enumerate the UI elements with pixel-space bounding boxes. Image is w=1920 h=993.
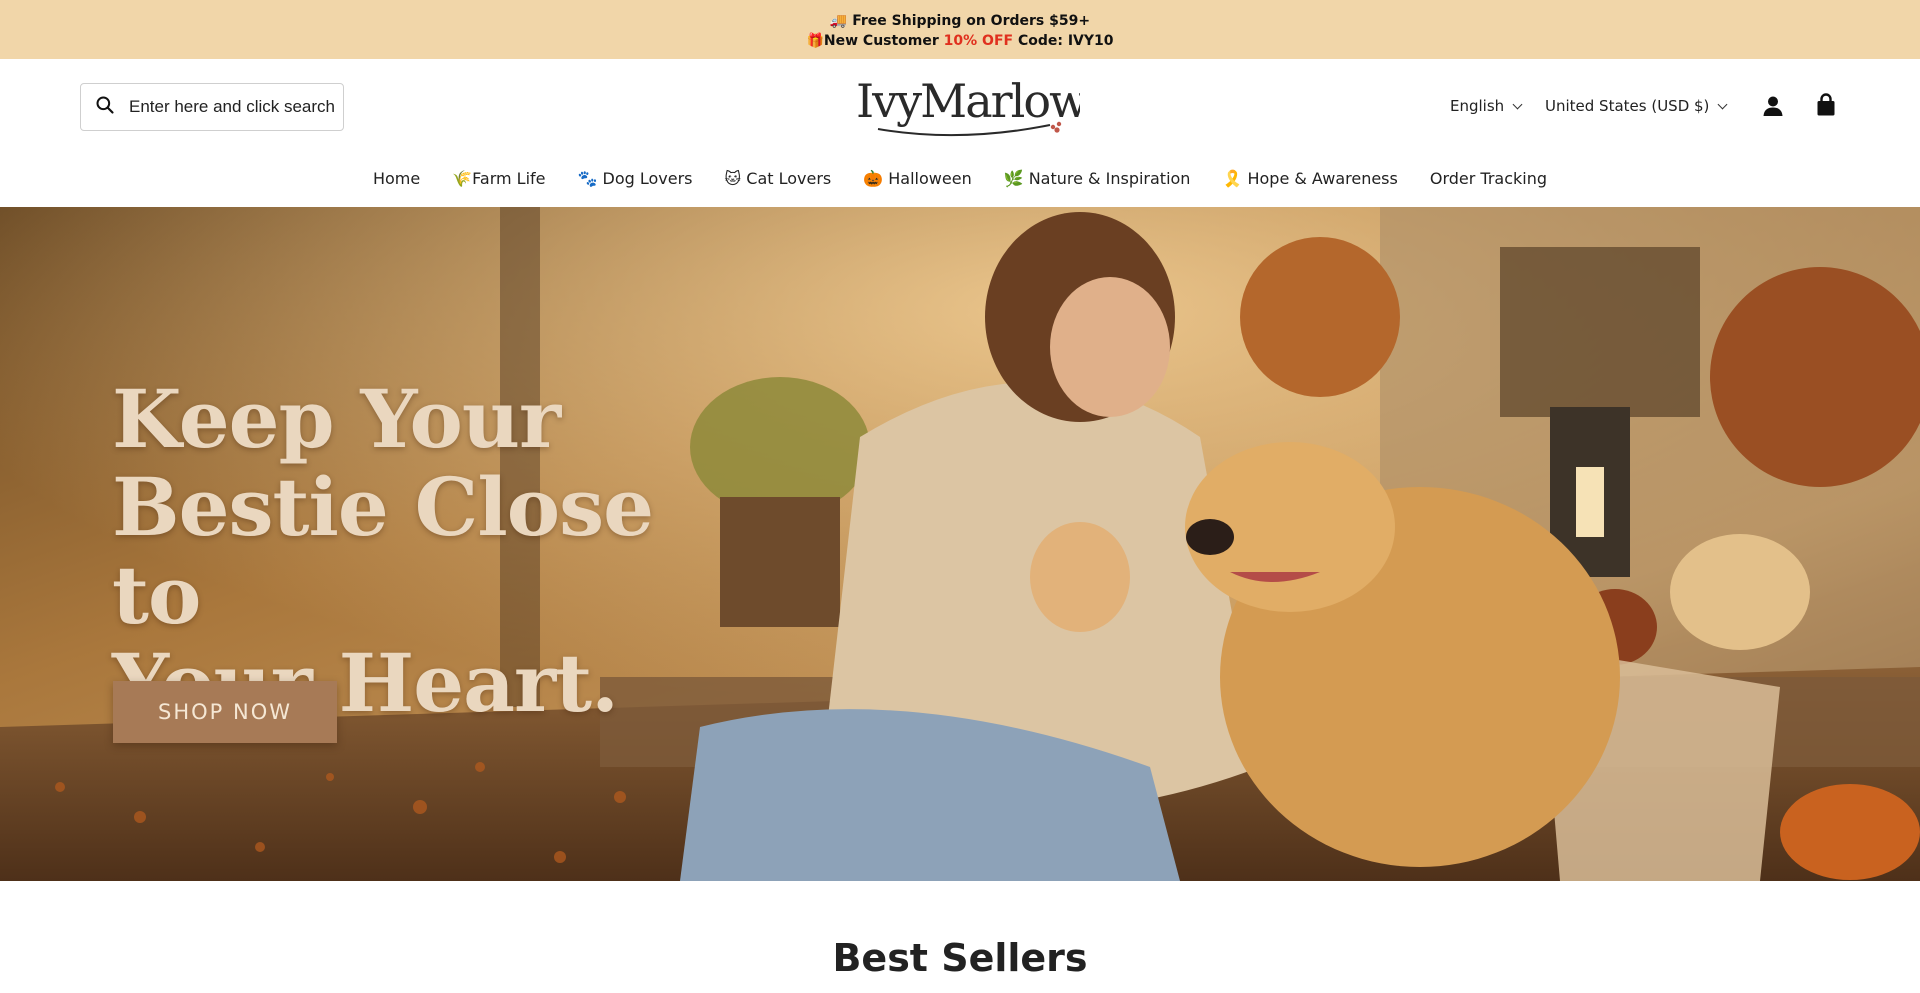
hero-banner[interactable]: Keep Your Bestie Close to Your Heart. SH…	[0, 207, 1920, 881]
hero-heading-line2: Bestie Close to	[112, 460, 654, 642]
nav-item-nature-inspiration[interactable]: 🌿 Nature & Inspiration	[988, 163, 1207, 195]
person-icon[interactable]	[1762, 95, 1784, 117]
announcement-discount-prefix: 🎁New Customer	[806, 33, 944, 49]
chevron-down-icon	[1512, 99, 1523, 109]
hero-heading: Keep Your Bestie Close to Your Heart.	[112, 375, 732, 727]
announcement-discount: 🎁New Customer 10% OFF Code: IVY10	[0, 31, 1920, 51]
announcement-bar: 🚚 Free Shipping on Orders $59+ 🎁New Cust…	[0, 0, 1920, 59]
nav-item-hope-awareness[interactable]: 🎗️ Hope & Awareness	[1206, 163, 1413, 195]
main-nav: Home 🌾Farm Life 🐾 Dog Lovers 🐱 Cat Lover…	[0, 163, 1920, 195]
nav-item-order-tracking[interactable]: Order Tracking	[1414, 163, 1563, 195]
search-bar[interactable]	[80, 83, 344, 131]
shop-now-button[interactable]: SHOP NOW	[113, 681, 337, 743]
site-logo[interactable]: IvyMarlow	[850, 73, 1090, 141]
site-header: IvyMarlow English United States (USD $) …	[0, 59, 1920, 207]
search-input[interactable]	[129, 97, 339, 117]
language-label: English	[1450, 97, 1505, 115]
svg-text:IvyMarlow: IvyMarlow	[856, 74, 1080, 128]
search-icon[interactable]	[95, 95, 115, 120]
shopping-bag-icon[interactable]	[1815, 93, 1837, 117]
chevron-down-icon	[1717, 99, 1728, 109]
best-sellers-heading: Best Sellers	[832, 936, 1088, 980]
nav-item-cat-lovers[interactable]: 🐱 Cat Lovers	[709, 163, 848, 195]
language-selector[interactable]: English	[1450, 97, 1523, 115]
nav-item-dog-lovers[interactable]: 🐾 Dog Lovers	[562, 163, 709, 195]
announcement-discount-suffix: Code: IVY10	[1013, 33, 1114, 49]
currency-label: United States (USD $)	[1545, 97, 1710, 115]
currency-selector[interactable]: United States (USD $)	[1545, 97, 1728, 115]
nav-item-home[interactable]: Home	[357, 163, 436, 195]
hero-heading-line1: Keep Your	[112, 372, 561, 466]
announcement-shipping: 🚚 Free Shipping on Orders $59+	[829, 13, 1091, 29]
nav-item-farm-life[interactable]: 🌾Farm Life	[436, 163, 561, 195]
nav-item-halloween[interactable]: 🎃 Halloween	[847, 163, 987, 195]
announcement-discount-accent: 10% OFF	[943, 33, 1014, 49]
